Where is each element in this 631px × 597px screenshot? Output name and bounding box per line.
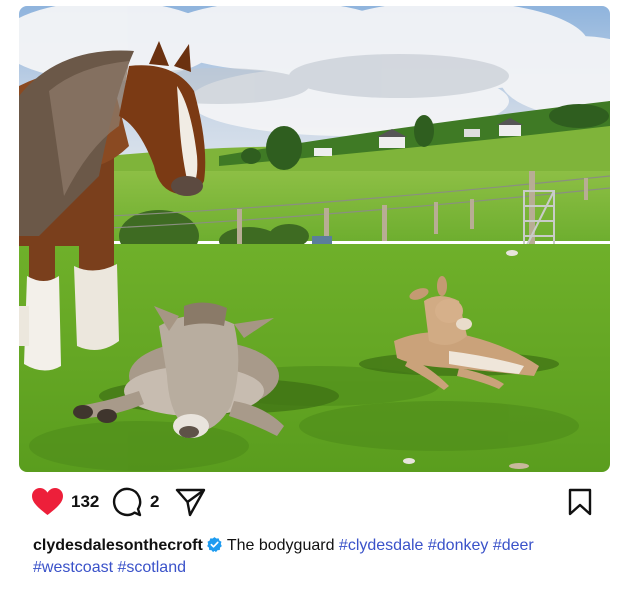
comment-count: 2 [150,492,160,511]
photo-illustration [19,6,610,472]
hashtag-clydesdale[interactable]: #clydesdale [339,537,424,554]
share-button[interactable] [175,485,206,519]
comment-bubble-icon [112,487,142,517]
send-paper-plane-icon [175,488,206,517]
caption-text: The bodyguard [226,537,335,554]
comment-button[interactable]: 2 [112,485,159,519]
bookmark-icon [568,488,592,516]
post-photo[interactable] [19,6,610,472]
verified-badge-icon [207,537,222,553]
post-card: 132 2 clydesdalesonthecroft The bodyguard… [0,0,631,597]
hashtag-deer[interactable]: #deer [493,537,534,554]
hashtag-donkey[interactable]: #donkey [428,537,489,554]
save-button[interactable] [568,485,592,519]
caption-username[interactable]: clydesdalesonthecroft [33,537,203,554]
hashtag-westcoast[interactable]: #westcoast [33,559,113,576]
hashtag-scotland[interactable]: #scotland [118,559,187,576]
heart-icon [32,488,63,515]
post-caption: clydesdalesonthecroft The bodyguard #clyd… [33,535,593,579]
like-button[interactable]: 132 [32,485,99,519]
like-count: 132 [71,492,100,511]
post-actions-bar: 132 2 [32,485,598,519]
